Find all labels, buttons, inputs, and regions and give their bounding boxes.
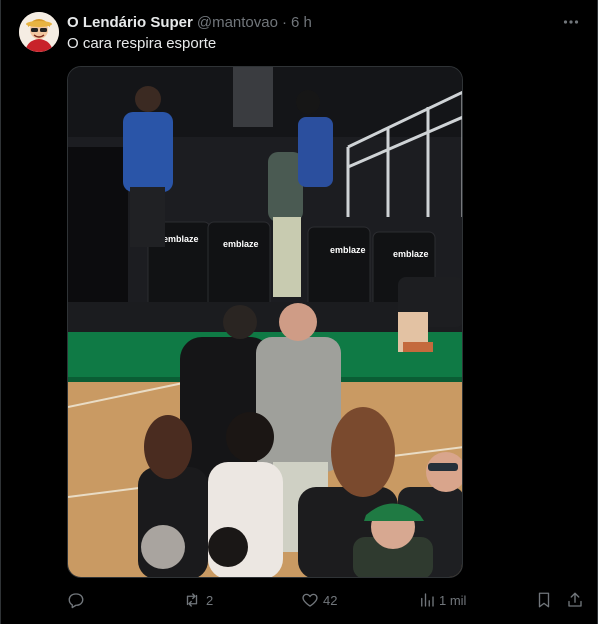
bookmark-button[interactable] [536,590,552,610]
seat-logo-3: emblaze [330,245,366,255]
reply-button[interactable] [67,590,85,610]
tweet-text: O cara respira esporte [67,35,217,52]
views-button[interactable]: 1 mil [419,590,466,610]
avatar-image [19,12,59,52]
tweet-actions: 2 42 1 mil [67,590,587,610]
retweet-count: 2 [206,592,214,608]
author-display-name[interactable]: O Lendário Super [67,14,193,31]
like-count: 42 [323,592,338,608]
seat-logo-4: emblaze [393,249,429,259]
bookmark-icon [538,592,550,608]
more-icon [563,20,579,24]
tweet-timestamp[interactable]: 6 h [291,14,312,31]
reply-icon [68,593,84,609]
seat-logo-1: emblaze [163,234,199,244]
seat-logo-2: emblaze [223,239,259,249]
photo-basketball-court: emblaze emblaze emblaze emblaze [68,67,462,577]
like-button[interactable]: 42 [301,590,337,610]
share-icon [568,592,582,607]
views-icon [421,593,434,607]
tweet-header: O Lendário Super @mantovao · 6 h [67,12,312,32]
views-count: 1 mil [439,592,467,608]
share-button[interactable] [566,590,584,610]
retweet-button[interactable]: 2 [182,590,213,610]
author-handle[interactable]: @mantovao [197,14,278,31]
tweet-media-photo[interactable]: emblaze emblaze emblaze emblaze [67,66,463,578]
tweet[interactable]: O Lendário Super @mantovao · 6 h O cara … [0,0,598,624]
more-options-button[interactable] [561,12,581,32]
retweet-icon [186,593,198,607]
avatar[interactable] [19,12,59,52]
header-separator: · [281,13,287,31]
heart-icon [302,593,318,607]
